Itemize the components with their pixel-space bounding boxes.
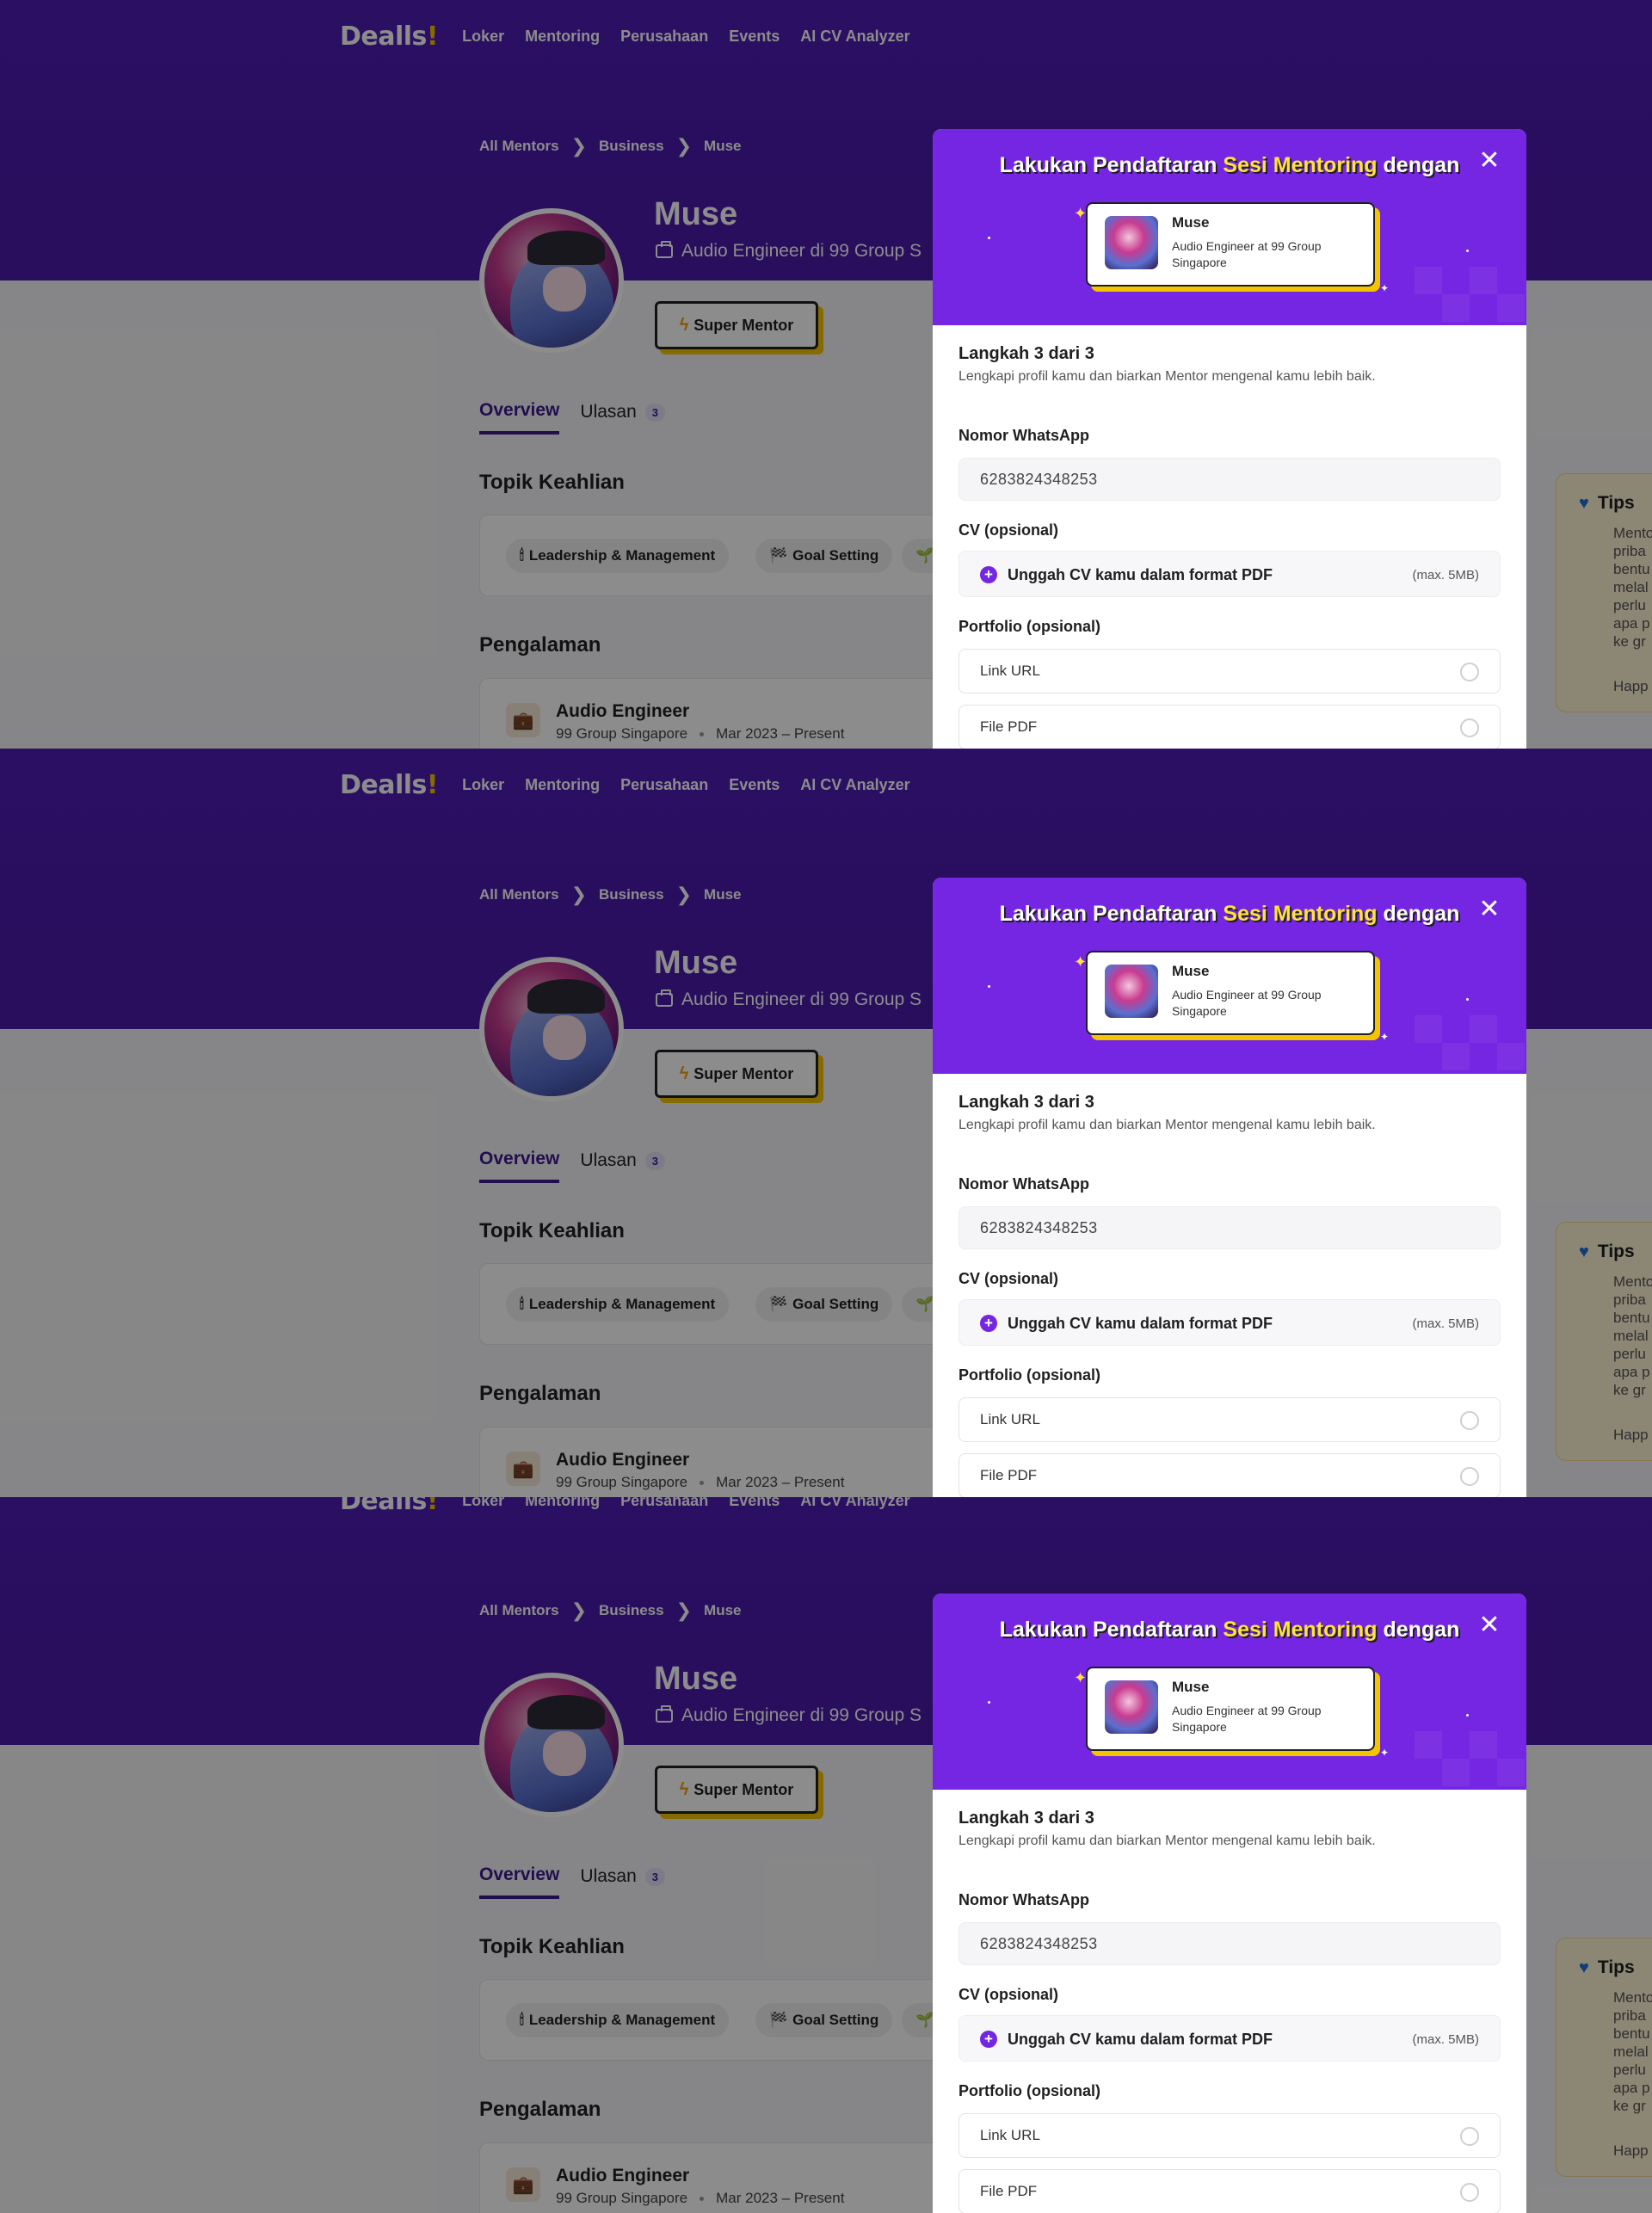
step-description: Lengkapi profil kamu dan biarkan Mentor … <box>959 1118 1376 1132</box>
plus-icon: + <box>980 566 997 583</box>
portfolio-option-file-pdf[interactable]: File PDF <box>959 1453 1501 1497</box>
mentoring-registration-modal: Lakukan Pendaftaran Sesi Mentoring denga… <box>933 129 1526 749</box>
portfolio-option-link-url[interactable]: Link URL <box>959 1397 1501 1442</box>
cv-upload-text: Unggah CV kamu dalam format PDF <box>1008 1315 1273 1332</box>
mentor-card-role: Audio Engineer at 99 Group Singapore <box>1172 988 1322 1018</box>
modal-header: Lakukan Pendaftaran Sesi Mentoring denga… <box>933 1593 1526 1790</box>
cv-max-size: (max. 5MB) <box>1412 2032 1479 2047</box>
whatsapp-label: Nomor WhatsApp <box>959 1175 1089 1193</box>
whatsapp-label: Nomor WhatsApp <box>959 1891 1089 1908</box>
whatsapp-input[interactable]: 6283824348253 <box>959 458 1501 501</box>
mentor-avatar-small <box>1105 216 1158 269</box>
portfolio-option-label: Link URL <box>980 2127 1040 2143</box>
scroll-frame-1: Dealls! Loker Mentoring Perusahaan Event… <box>0 0 1652 749</box>
radio-button[interactable] <box>1460 1467 1479 1486</box>
cv-label: CV (opsional) <box>959 1270 1058 1287</box>
modal-title: Lakukan Pendaftaran Sesi Mentoring denga… <box>999 902 1460 926</box>
plus-icon: + <box>980 2031 997 2048</box>
modal-title: Lakukan Pendaftaran Sesi Mentoring denga… <box>999 153 1460 177</box>
close-icon[interactable]: ✕ <box>1476 148 1502 174</box>
cv-label: CV (opsional) <box>959 1986 1058 2003</box>
mentor-avatar-small <box>1105 1680 1158 1734</box>
close-icon[interactable]: ✕ <box>1476 1612 1502 1638</box>
step-indicator: Langkah 3 dari 3 <box>959 1093 1094 1112</box>
close-icon[interactable]: ✕ <box>1476 897 1502 922</box>
mentor-card-name: Muse <box>1172 1679 1210 1695</box>
sparkle-icon: ✦ <box>1380 1031 1390 1043</box>
mentor-summary-card: Muse Audio Engineer at 99 Group Singapor… <box>1086 202 1375 287</box>
portfolio-option-label: File PDF <box>980 2183 1038 2199</box>
page-content: Dealls! Loker Mentoring Perusahaan Event… <box>0 749 1652 1497</box>
step-indicator: Langkah 3 dari 3 <box>959 1809 1094 1828</box>
mentor-summary-card: Muse Audio Engineer at 99 Group Singapor… <box>1086 1667 1375 1751</box>
plus-icon: + <box>980 1315 997 1332</box>
mentor-card-role: Audio Engineer at 99 Group Singapore <box>1172 239 1322 269</box>
portfolio-label: Portfolio (opsional) <box>959 618 1100 635</box>
portfolio-option-label: File PDF <box>980 1467 1038 1483</box>
portfolio-option-link-url[interactable]: Link URL <box>959 2113 1501 2158</box>
mentor-summary-card: Muse Audio Engineer at 99 Group Singapor… <box>1086 951 1375 1035</box>
scroll-frame-2: Dealls! Loker Mentoring Perusahaan Event… <box>0 749 1652 1497</box>
modal-header: Lakukan Pendaftaran Sesi Mentoring denga… <box>933 878 1526 1074</box>
cv-upload-button[interactable]: + Unggah CV kamu dalam format PDF (max. … <box>959 2015 1501 2062</box>
portfolio-option-label: Link URL <box>980 1411 1040 1427</box>
modal-header: Lakukan Pendaftaran Sesi Mentoring denga… <box>933 129 1526 325</box>
cv-upload-button[interactable]: + Unggah CV kamu dalam format PDF (max. … <box>959 551 1501 597</box>
cv-max-size: (max. 5MB) <box>1412 1316 1479 1331</box>
portfolio-label: Portfolio (opsional) <box>959 1366 1100 1384</box>
modal-body: Langkah 3 dari 3 Lengkapi profil kamu da… <box>959 1809 1501 2213</box>
portfolio-option-file-pdf[interactable]: File PDF <box>959 705 1501 749</box>
sparkle-icon: ✦ <box>1380 282 1390 294</box>
cv-upload-text: Unggah CV kamu dalam format PDF <box>1008 2031 1273 2048</box>
radio-button[interactable] <box>1460 663 1479 681</box>
modal-body: Langkah 3 dari 3 Lengkapi profil kamu da… <box>959 1093 1501 1497</box>
whatsapp-input[interactable]: 6283824348253 <box>959 1206 1501 1249</box>
radio-button[interactable] <box>1460 2183 1479 2202</box>
scroll-frame-3: Dealls! Loker Mentoring Perusahaan Event… <box>0 1497 1652 2213</box>
sparkle-icon: ✦ <box>1074 953 1088 971</box>
step-description: Lengkapi profil kamu dan biarkan Mentor … <box>959 369 1376 384</box>
mentoring-registration-modal: Lakukan Pendaftaran Sesi Mentoring denga… <box>933 1593 1526 2213</box>
portfolio-option-file-pdf[interactable]: File PDF <box>959 2169 1501 2213</box>
mentor-card-role: Audio Engineer at 99 Group Singapore <box>1172 1704 1322 1734</box>
cv-upload-button[interactable]: + Unggah CV kamu dalam format PDF (max. … <box>959 1299 1501 1346</box>
portfolio-option-label: File PDF <box>980 718 1038 735</box>
cv-upload-text: Unggah CV kamu dalam format PDF <box>1008 566 1273 583</box>
sparkle-icon: ✦ <box>1380 1747 1390 1759</box>
cv-max-size: (max. 5MB) <box>1412 568 1479 583</box>
mentor-card-name: Muse <box>1172 214 1210 231</box>
radio-button[interactable] <box>1460 1411 1479 1430</box>
cv-label: CV (opsional) <box>959 521 1058 539</box>
whatsapp-label: Nomor WhatsApp <box>959 427 1089 444</box>
portfolio-label: Portfolio (opsional) <box>959 2082 1100 2099</box>
mentor-avatar-small <box>1105 965 1158 1018</box>
sparkle-icon: ✦ <box>1074 1669 1088 1686</box>
whatsapp-input[interactable]: 6283824348253 <box>959 1922 1501 1965</box>
mentoring-registration-modal: Lakukan Pendaftaran Sesi Mentoring denga… <box>933 878 1526 1497</box>
radio-button[interactable] <box>1460 718 1479 737</box>
page-content: Dealls! Loker Mentoring Perusahaan Event… <box>0 0 1652 749</box>
mentor-card-name: Muse <box>1172 963 1210 979</box>
modal-body: Langkah 3 dari 3 Lengkapi profil kamu da… <box>959 344 1501 749</box>
radio-button[interactable] <box>1460 2127 1479 2146</box>
modal-title: Lakukan Pendaftaran Sesi Mentoring denga… <box>999 1618 1460 1642</box>
page-content: Dealls! Loker Mentoring Perusahaan Event… <box>0 1497 1652 2213</box>
sparkle-icon: ✦ <box>1074 205 1088 222</box>
step-indicator: Langkah 3 dari 3 <box>959 344 1094 363</box>
step-description: Lengkapi profil kamu dan biarkan Mentor … <box>959 1834 1376 1848</box>
portfolio-option-link-url[interactable]: Link URL <box>959 649 1501 693</box>
portfolio-option-label: Link URL <box>980 663 1040 679</box>
